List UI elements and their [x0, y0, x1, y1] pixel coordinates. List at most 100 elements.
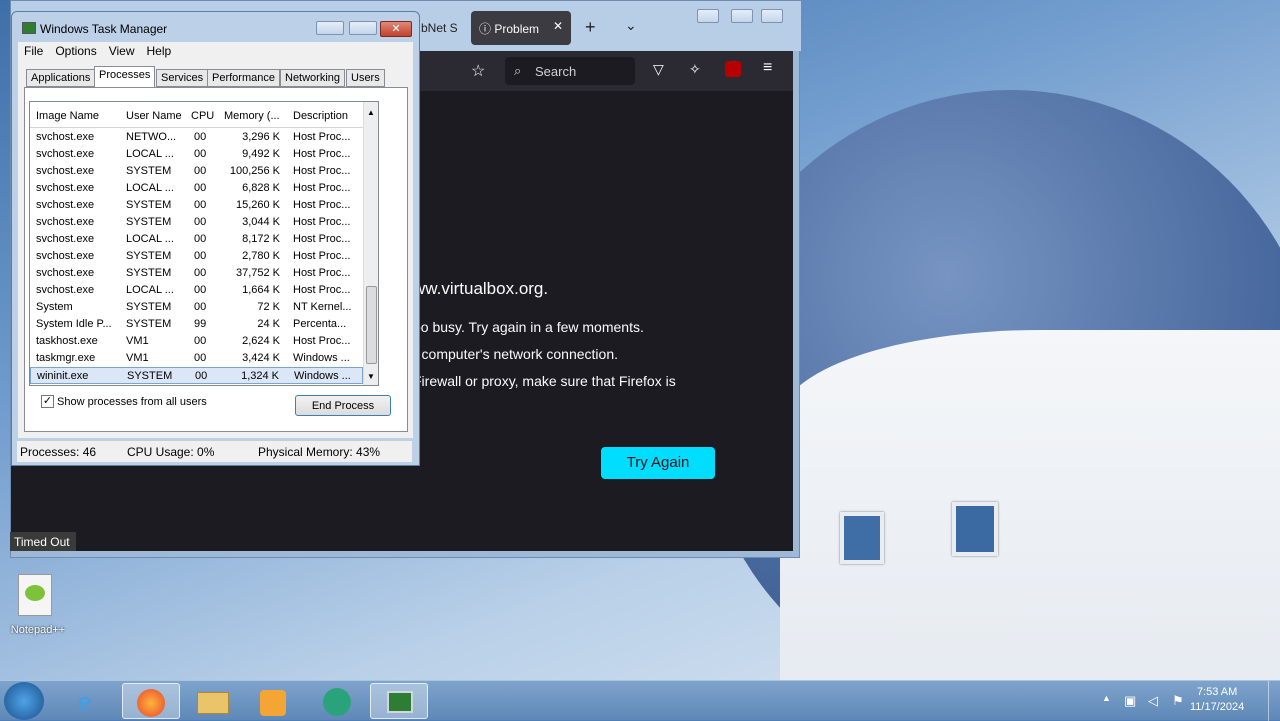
tab-close-icon[interactable]: ✕ [553, 19, 563, 33]
start-button[interactable] [4, 682, 44, 720]
pocket-icon[interactable]: ▽ [653, 61, 664, 78]
table-cell: 6,828 K [242, 182, 280, 194]
table-cell: LOCAL ... [126, 233, 174, 245]
clock-date: 11/17/2024 [1190, 701, 1245, 713]
tab-services[interactable]: Services [156, 69, 209, 87]
tab-background[interactable]: bNet S [421, 21, 458, 35]
column-cpu[interactable]: CPU [191, 110, 214, 122]
table-row[interactable]: svchost.exe LOCAL ... 00 8,172 K Host Proc..… [30, 231, 363, 248]
minimize-button[interactable] [316, 21, 344, 35]
table-row[interactable]: System SYSTEM 00 72 K NT Kernel... [30, 299, 363, 316]
tab-list-button[interactable]: ⌄ [625, 17, 637, 34]
tab-applications[interactable]: Applications [26, 69, 96, 87]
desktop-icon-notepadpp[interactable]: Notepad++ [6, 574, 70, 640]
new-tab-button[interactable]: + [585, 17, 596, 38]
tab-processes[interactable]: Processes [94, 66, 156, 88]
table-row[interactable]: svchost.exe SYSTEM 00 37,752 K Host Proc... [30, 265, 363, 282]
table-cell: 3,044 K [242, 216, 280, 228]
table-cell: 1,324 K [241, 370, 279, 382]
menu-view[interactable]: View [109, 44, 135, 58]
info-icon: ⓘ [479, 22, 495, 36]
tab-problem[interactable]: ⓘ Problem ✕ [471, 11, 571, 45]
table-row[interactable]: svchost.exe SYSTEM 00 2,780 K Host Proc... [30, 248, 363, 265]
table-cell: 8,172 K [242, 233, 280, 245]
firefox-taskbar-icon[interactable] [122, 683, 180, 719]
table-cell: 2,624 K [242, 335, 280, 347]
table-cell: 00 [194, 284, 207, 296]
table-row[interactable]: taskmgr.exe VM1 00 3,424 K Windows ... [30, 350, 363, 367]
table-row[interactable]: svchost.exe LOCAL ... 00 1,664 K Host Proc..… [30, 282, 363, 299]
show-hidden-icons[interactable]: ▲ [1102, 693, 1111, 703]
minimize-button[interactable] [697, 9, 719, 23]
table-cell: LOCAL ... [126, 148, 174, 160]
maximize-button[interactable] [731, 9, 753, 23]
column-user-name[interactable]: User Name [126, 110, 182, 122]
clock[interactable]: 7:53 AM 11/17/2024 [1190, 685, 1244, 715]
scroll-up-icon[interactable]: ▲ [367, 108, 375, 117]
wallpaper-window [952, 502, 998, 556]
menu-help[interactable]: Help [147, 44, 172, 58]
error-line: r computer's network connection. [413, 346, 618, 362]
media-player-icon[interactable] [244, 683, 302, 719]
wallpaper-building [780, 330, 1280, 690]
error-heading: ww.virtualbox.org. [413, 279, 549, 298]
table-cell: 00 [194, 233, 207, 245]
menu-options[interactable]: Options [55, 44, 96, 58]
teamviewer-icon[interactable] [308, 683, 366, 719]
ie-icon[interactable]: e [62, 683, 120, 719]
table-row[interactable]: svchost.exe LOCAL ... 00 9,492 K Host Proc..… [30, 146, 363, 163]
table-cell: 37,752 K [235, 267, 280, 279]
tab-label: Problem [494, 22, 540, 36]
ublock-icon[interactable] [725, 61, 741, 77]
table-cell: 00 [194, 199, 207, 211]
column-image-name[interactable]: Image Name [36, 110, 99, 122]
maximize-button[interactable] [349, 21, 377, 35]
volume-muted-icon[interactable]: ◁ [1148, 693, 1158, 709]
clock-time: 7:53 AM [1196, 686, 1238, 698]
end-process-button[interactable]: End Process [295, 395, 391, 416]
close-button[interactable]: ✕ [380, 21, 412, 37]
show-desktop-button[interactable] [1268, 681, 1280, 721]
network-icon[interactable]: ▣ [1124, 693, 1136, 709]
table-row[interactable]: svchost.exe SYSTEM 00 15,260 K Host Proc... [30, 197, 363, 214]
table-cell: Host Proc... [293, 335, 351, 347]
menu-bar: File Options View Help [18, 42, 413, 60]
table-row[interactable]: wininit.exe SYSTEM 00 1,324 K Windows ... [30, 367, 363, 384]
tab-networking[interactable]: Networking [280, 69, 346, 87]
explorer-icon[interactable] [184, 683, 242, 719]
action-center-icon[interactable]: ⚑ [1172, 693, 1184, 709]
tab-performance[interactable]: Performance [207, 69, 280, 87]
scroll-down-icon[interactable]: ▼ [367, 372, 375, 381]
try-again-button[interactable]: Try Again [601, 447, 715, 479]
table-row[interactable]: System Idle P... SYSTEM 99 24 K Percenta... [30, 316, 363, 333]
menu-icon[interactable]: ≡ [763, 59, 772, 77]
show-all-label: Show processes from all users [57, 396, 207, 408]
table-row[interactable]: svchost.exe SYSTEM 00 3,044 K Host Proc... [30, 214, 363, 231]
table-cell: LOCAL ... [126, 284, 174, 296]
bookmark-star-icon[interactable]: ☆ [471, 61, 485, 81]
extensions-icon[interactable]: ✧ [689, 61, 701, 78]
taskmgr-taskbar-icon[interactable] [370, 683, 428, 719]
tab-users[interactable]: Users [346, 69, 385, 87]
table-row[interactable]: taskhost.exe VM1 00 2,624 K Host Proc... [30, 333, 363, 350]
desktop-icon-label: Notepad++ [10, 624, 66, 636]
menu-file[interactable]: File [24, 44, 43, 58]
table-row[interactable]: svchost.exe SYSTEM 00 100,256 K Host Proc... [30, 163, 363, 180]
column-description[interactable]: Description [293, 110, 348, 122]
table-cell: SYSTEM [127, 370, 173, 382]
scroll-thumb[interactable] [366, 286, 377, 364]
table-cell: NETWO... [126, 131, 177, 143]
table-row[interactable]: svchost.exe LOCAL ... 00 6,828 K Host Proc..… [30, 180, 363, 197]
table-cell: 00 [194, 148, 207, 160]
table-cell: Windows ... [293, 352, 350, 364]
table-cell: 00 [194, 216, 207, 228]
table-cell: SYSTEM [126, 199, 172, 211]
close-button[interactable] [761, 9, 783, 23]
column-memory[interactable]: Memory (... [224, 110, 280, 122]
table-cell: SYSTEM [126, 318, 172, 330]
table-cell: svchost.exe [36, 284, 95, 296]
table-row[interactable]: svchost.exe NETWO... 00 3,296 K Host Proc... [30, 129, 363, 146]
search-input[interactable]: ⌕ Search [505, 57, 635, 85]
vertical-scrollbar[interactable]: ▲ ▼ [363, 102, 378, 385]
show-all-checkbox[interactable]: ✓ [41, 395, 54, 408]
